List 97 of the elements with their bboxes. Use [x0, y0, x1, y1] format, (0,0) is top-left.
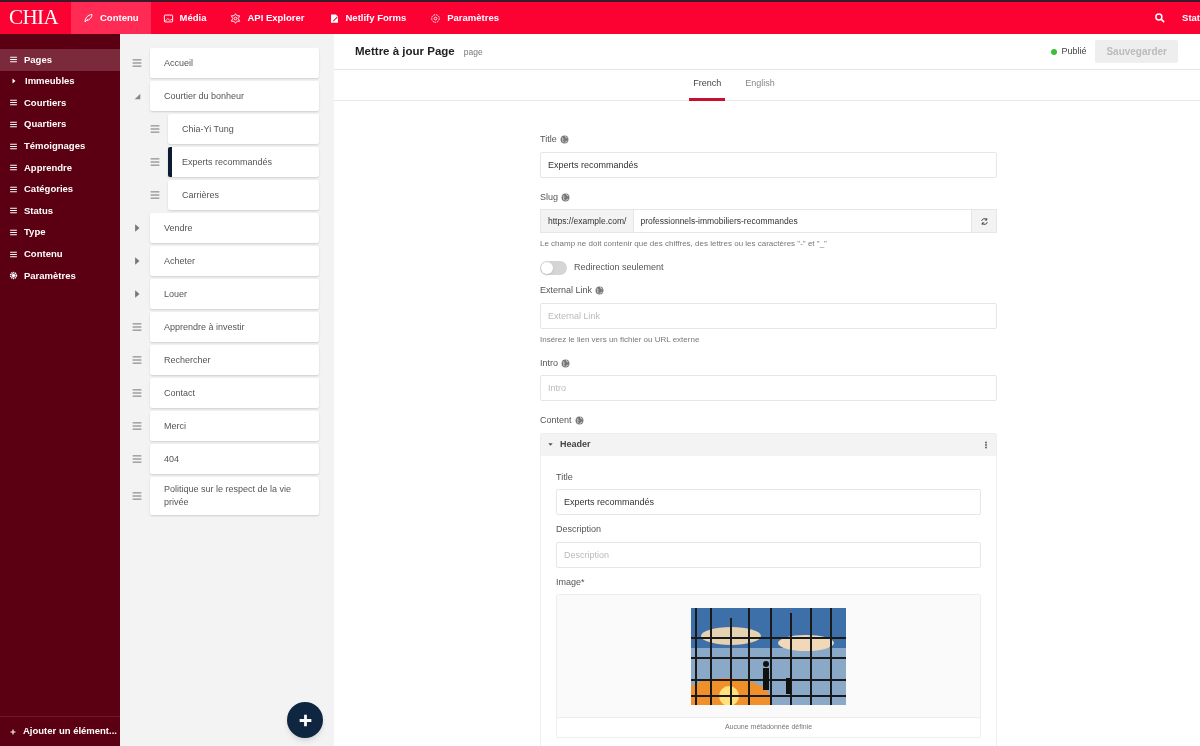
add-page-button[interactable]: [287, 702, 323, 738]
page-tree-item[interactable]: Contact: [150, 378, 319, 408]
list-icon: [9, 228, 18, 238]
nav-tab[interactable]: Paramètres: [418, 2, 511, 34]
page-tree-item[interactable]: 404: [150, 444, 319, 474]
input-field[interactable]: Experts recommandés: [556, 489, 981, 515]
page-tree-item[interactable]: Politique sur le respect de la vie privée: [150, 477, 319, 515]
sidebar-item[interactable]: Apprendre: [0, 156, 120, 179]
sidebar-item[interactable]: Témoignages: [0, 135, 120, 157]
sidebar-item[interactable]: Pages: [0, 49, 120, 71]
input-field[interactable]: Intro: [540, 375, 997, 401]
list-icon: [9, 184, 18, 194]
field-label: External Link: [540, 284, 593, 297]
page-tree-item[interactable]: Accueil: [150, 48, 319, 78]
page-tree-item[interactable]: Acheter: [150, 246, 319, 276]
drag-handle-icon: [132, 421, 142, 431]
toggle-label: Redirection seulement: [574, 261, 664, 275]
help-text: Le champ ne doit contenir que des chiffres, des lettres ou les caractères "-" et "_": [540, 238, 828, 250]
sidebar-item[interactable]: Type: [0, 221, 120, 244]
page-tree-item[interactable]: Courtier du bonheur: [150, 81, 319, 111]
page-tree-item[interactable]: Apprendre à investir: [150, 312, 319, 342]
toggle-switch[interactable]: [540, 261, 567, 275]
drag-handle-icon: [132, 388, 142, 398]
sidebar-item[interactable]: Quartiers: [0, 113, 120, 136]
page-tree-item[interactable]: Vendre: [150, 213, 319, 243]
input-field[interactable]: Experts recommandés: [540, 151, 997, 178]
drag-handle-icon: [150, 157, 160, 167]
nav-tab[interactable]: Netlify Forms: [316, 2, 419, 34]
plus-icon: [9, 727, 17, 736]
page-tree-item[interactable]: Chia-Yi Tung: [168, 114, 319, 144]
page-tree-item[interactable]: Experts recommandés: [168, 147, 319, 177]
block-title: Header: [560, 437, 591, 451]
drag-handle-icon: [132, 322, 142, 332]
globe-icon: [595, 286, 605, 296]
caret-icon: [10, 77, 18, 86]
sidebar-item[interactable]: Contenu: [0, 243, 120, 265]
input-field[interactable]: External Link: [540, 302, 997, 329]
drag-handle-icon: [132, 454, 142, 464]
expand-arrow-icon: [132, 256, 142, 266]
globe-icon: [561, 358, 570, 368]
list-icon: [9, 55, 18, 65]
nav-tab[interactable]: Contenu: [71, 2, 151, 34]
sidebar-item[interactable]: Courtiers: [0, 92, 120, 114]
language-tab[interactable]: French: [689, 70, 726, 101]
field-label: Title: [556, 470, 573, 484]
nav-tab[interactable]: API Explorer: [218, 2, 317, 34]
globe-icon: [574, 416, 584, 426]
sidebar-item[interactable]: Catégories: [0, 178, 120, 201]
settings-icon: [9, 271, 18, 281]
page-title: Mettre à jour Page: [355, 43, 455, 59]
language-tab[interactable]: English: [741, 70, 779, 101]
url-prefix: https://example.com/: [540, 209, 635, 233]
page-tree-item[interactable]: Louer: [150, 279, 319, 309]
field-label: Image*: [556, 575, 585, 589]
input-field[interactable]: Description: [556, 541, 981, 568]
settings-icon: [430, 12, 442, 24]
refresh-button[interactable]: [971, 209, 997, 233]
field-label: Content: [540, 414, 572, 427]
field-label: Slug: [540, 190, 558, 204]
page-tree-item[interactable]: Merci: [150, 411, 319, 441]
app-logo: CHIA: [8, 4, 60, 32]
drag-handle-icon: [132, 355, 142, 365]
sidebar-item[interactable]: Immeubles: [0, 70, 120, 93]
list-icon: [9, 141, 18, 151]
list-icon: [9, 120, 18, 130]
list-icon: [9, 163, 18, 173]
field-label: Intro: [540, 356, 558, 370]
sidebar-item[interactable]: Paramètres: [0, 264, 120, 287]
field-label: Title: [540, 133, 557, 146]
globe-icon: [561, 192, 570, 202]
globe-icon: [559, 135, 569, 145]
form-icon: [328, 12, 340, 24]
help-text: Insérez le lien vers un fichier ou URL externe: [540, 333, 701, 346]
page-tree-item[interactable]: Rechercher: [150, 345, 319, 375]
drag-handle-icon: [150, 124, 160, 134]
expand-arrow-icon: [132, 289, 142, 299]
drag-handle-icon: [132, 491, 142, 501]
search-icon: [1154, 12, 1167, 24]
list-icon: [9, 206, 18, 216]
refresh-icon: [979, 216, 989, 226]
feather-icon: [83, 12, 94, 24]
star-gear-icon: [230, 12, 242, 24]
drag-handle-icon: [150, 190, 160, 200]
list-icon: [9, 98, 18, 108]
sidebar-item[interactable]: Status: [0, 200, 120, 222]
status-label: Publié: [1061, 44, 1087, 58]
more-icon: [982, 439, 990, 450]
page-tree-item[interactable]: Carrières: [168, 180, 319, 210]
drag-handle-icon: [132, 58, 142, 68]
expand-arrow-icon: [132, 223, 142, 233]
image-icon: [162, 12, 174, 24]
slug-field[interactable]: professionnels-immobiliers-recommandes: [634, 209, 971, 233]
nav-tab[interactable]: Média: [150, 2, 219, 34]
field-label: Description: [556, 523, 602, 536]
nav-tab[interactable]: Stat: [1178, 10, 1200, 26]
page-type-label: page: [463, 46, 483, 59]
list-icon: [9, 249, 18, 259]
